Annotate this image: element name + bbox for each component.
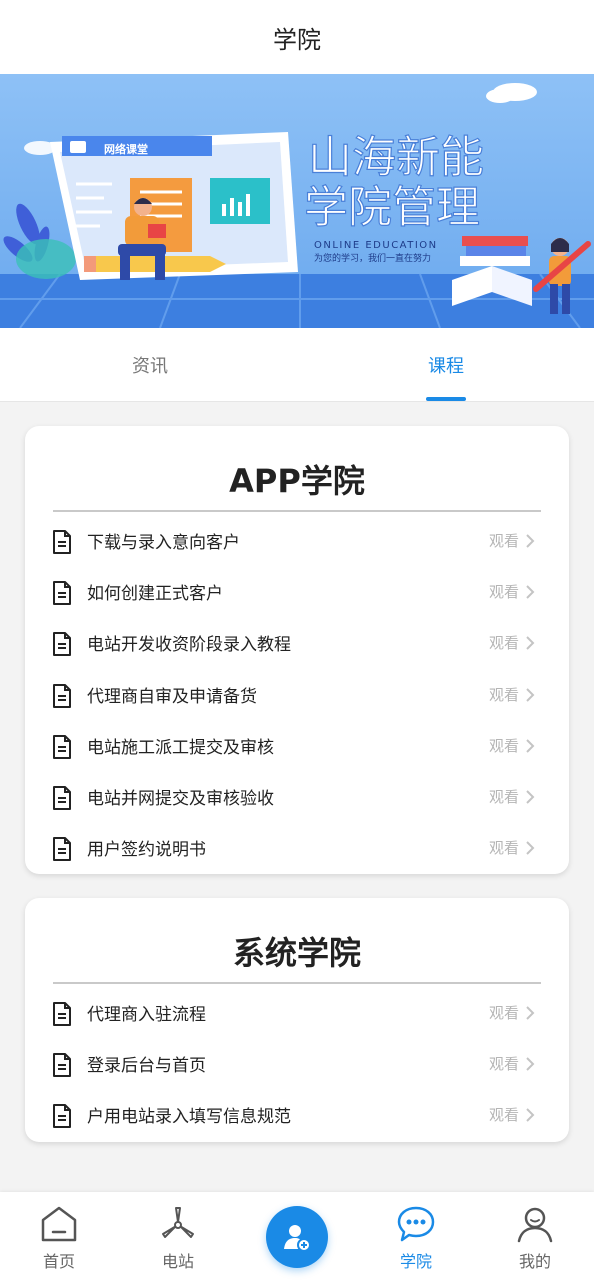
- watch-link[interactable]: 观看: [489, 1053, 519, 1074]
- course-item[interactable]: 代理商入驻流程 观看: [25, 987, 569, 1038]
- nav-academy-label: 学院: [399, 1252, 432, 1271]
- banner-slogan: 为您的学习，我们一直在努力: [314, 252, 431, 264]
- tab-bar: 资讯 课程: [0, 328, 594, 402]
- section-divider: [53, 510, 541, 512]
- course-title: 登录后台与首页: [87, 1056, 206, 1077]
- watch-link[interactable]: 观看: [489, 581, 519, 602]
- section-divider: [53, 982, 541, 984]
- page-title: 学院: [273, 25, 321, 54]
- watch-link[interactable]: 观看: [489, 530, 519, 551]
- section-title: 系统学院: [232, 934, 361, 972]
- document-icon: [53, 1002, 71, 1026]
- course-item[interactable]: 下载与录入意向客户 观看: [25, 515, 569, 566]
- course-title: 代理商入驻流程: [87, 1005, 206, 1026]
- chevron-right-icon: [526, 739, 535, 753]
- course-item[interactable]: 用户签约说明书 观看: [25, 822, 569, 873]
- nav-profile[interactable]: 我的: [476, 1192, 594, 1280]
- nav-home[interactable]: 首页: [0, 1192, 118, 1280]
- document-icon: [53, 581, 71, 606]
- chat-bubble-icon: [397, 1206, 435, 1242]
- home-icon: [41, 1206, 77, 1242]
- course-item[interactable]: 电站开发收资阶段录入教程 观看: [25, 617, 569, 668]
- document-icon: [53, 785, 71, 810]
- chevron-right-icon: [526, 687, 535, 702]
- chevron-right-icon: [526, 1057, 535, 1071]
- nav-station[interactable]: 电站: [119, 1192, 237, 1280]
- watch-link[interactable]: 观看: [489, 1002, 519, 1023]
- chevron-right-icon: [526, 534, 535, 548]
- document-icon: [53, 530, 71, 554]
- course-title: 电站施工派工提交及审核: [87, 737, 274, 758]
- watch-link[interactable]: 观看: [489, 786, 519, 807]
- tab-news[interactable]: 资讯: [70, 328, 230, 402]
- banner-title-line2: 学院管理: [304, 182, 480, 233]
- nav-home-label: 首页: [42, 1252, 75, 1271]
- system-academy-card: 系统学院 代理商入驻流程 观看 登录后台与首页 观看 户用电站录入填写信息规范 …: [25, 898, 569, 1142]
- course-title: 如何创建正式客户: [87, 584, 223, 605]
- watch-link[interactable]: 观看: [489, 735, 519, 756]
- document-icon: [53, 683, 71, 708]
- course-title: 用户签约说明书: [87, 840, 206, 861]
- wind-turbine-icon: [162, 1207, 194, 1238]
- watch-link[interactable]: 观看: [489, 684, 519, 705]
- promo-banner[interactable]: 网络课堂 山海新能 学院管理 ONLINE EDUCATION 为您的学习，我们…: [0, 74, 594, 328]
- course-title: 代理商自审及申请备货: [87, 686, 257, 707]
- chevron-right-icon: [526, 790, 535, 804]
- document-icon: [53, 1104, 71, 1129]
- tab-courses[interactable]: 课程: [366, 328, 526, 402]
- chevron-right-icon: [526, 1108, 535, 1123]
- chevron-right-icon: [526, 585, 535, 599]
- course-item[interactable]: 电站施工派工提交及审核 观看: [25, 720, 569, 771]
- course-item[interactable]: 代理商自审及申请备货 观看: [25, 669, 569, 720]
- chevron-right-icon: [526, 636, 535, 651]
- add-user-button[interactable]: [266, 1206, 328, 1268]
- course-title: 电站开发收资阶段录入教程: [87, 635, 291, 656]
- course-item[interactable]: 户用电站录入填写信息规范 观看: [25, 1089, 569, 1140]
- document-icon: [53, 734, 71, 759]
- course-item[interactable]: 如何创建正式客户 观看: [25, 566, 569, 617]
- document-icon: [53, 632, 71, 657]
- document-icon: [53, 1053, 71, 1078]
- banner-title-line1: 山海新能: [308, 132, 484, 183]
- user-icon: [517, 1207, 553, 1243]
- app-academy-card: APP学院 下载与录入意向客户 观看 如何创建正式客户 观看 电站开发收资阶段录…: [25, 426, 569, 874]
- nav-profile-label: 我的: [518, 1252, 551, 1271]
- course-item[interactable]: 登录后台与首页 观看: [25, 1038, 569, 1089]
- add-user-icon: [284, 1225, 311, 1252]
- watch-link[interactable]: 观看: [489, 1104, 519, 1125]
- course-item[interactable]: 电站并网提交及审核验收 观看: [25, 771, 569, 822]
- active-tab-indicator: [426, 397, 466, 401]
- top-bar: 学院: [0, 0, 594, 74]
- banner-subtitle: ONLINE EDUCATION: [314, 240, 438, 251]
- course-title: 户用电站录入填写信息规范: [87, 1107, 291, 1128]
- course-title: 电站并网提交及审核验收: [87, 789, 274, 810]
- document-icon: [53, 837, 71, 862]
- nav-academy[interactable]: 学院: [357, 1192, 475, 1280]
- watch-link[interactable]: 观看: [489, 632, 519, 653]
- course-title: 下载与录入意向客户: [87, 533, 240, 554]
- watch-link[interactable]: 观看: [489, 837, 519, 858]
- section-title: APP学院: [229, 462, 365, 500]
- nav-station-label: 电站: [161, 1252, 194, 1271]
- chevron-right-icon: [526, 841, 535, 855]
- chevron-right-icon: [526, 1006, 535, 1020]
- banner-screen-label: 网络课堂: [104, 142, 148, 156]
